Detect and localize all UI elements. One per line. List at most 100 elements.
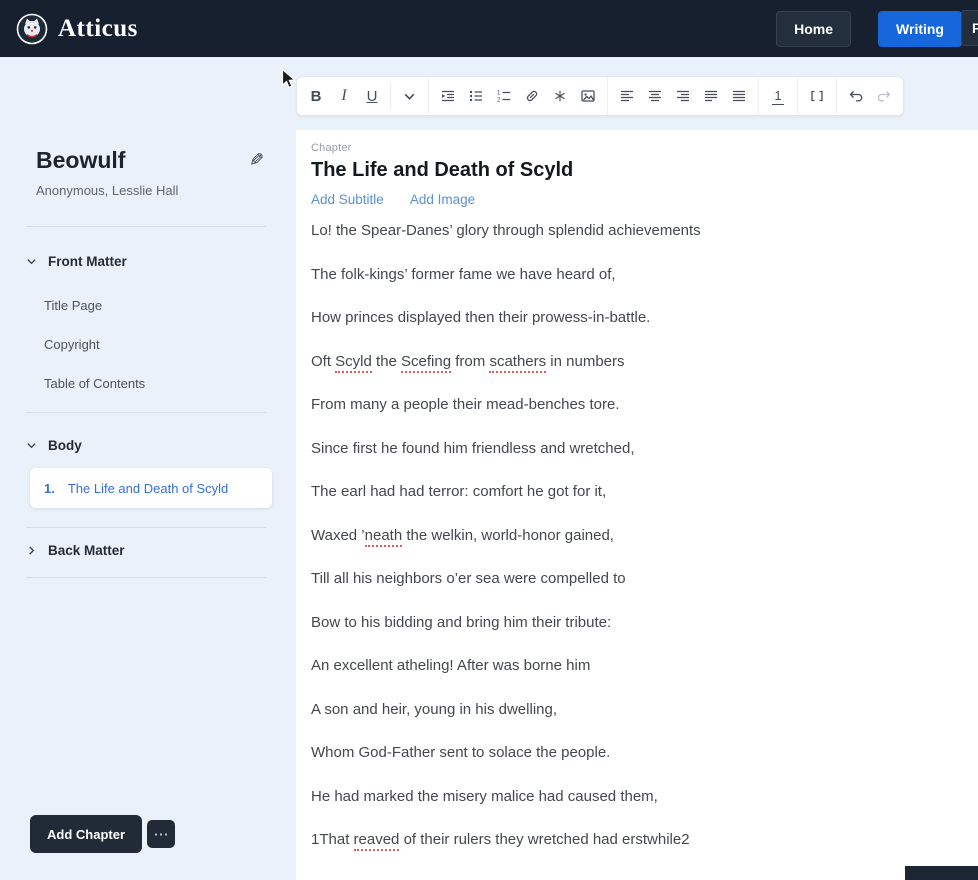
- text-segment: from: [451, 352, 490, 370]
- text-segment: An excellent atheling! After was borne h…: [311, 657, 591, 674]
- text-segment: How princes displayed then their prowess…: [311, 309, 651, 326]
- text-segment: the: [371, 352, 402, 370]
- chevron-down-icon: [26, 440, 37, 451]
- misspelled-word[interactable]: Scyld: [335, 352, 372, 373]
- text-segment: of their rulers they wretched had erstwh…: [399, 831, 690, 848]
- page-number-glyph: 1: [772, 87, 784, 105]
- editor-paragraph[interactable]: Waxed ’neath the welkin, world-honor gai…: [311, 526, 958, 547]
- redo-icon[interactable]: [870, 77, 898, 115]
- text-segment: Bow to his bidding and bring him their t…: [311, 613, 612, 631]
- editor-page: Chapter The Life and Death of Scyld Add …: [296, 130, 978, 880]
- editor-paragraph[interactable]: The earl had had terror: comfort he got …: [311, 483, 958, 500]
- toolbar-divider: [390, 83, 391, 109]
- editor-paragraph[interactable]: Since first he found him friendless and …: [311, 440, 958, 457]
- section-label: Body: [48, 438, 82, 453]
- home-button[interactable]: Home: [776, 10, 852, 47]
- undo-icon[interactable]: [842, 77, 870, 115]
- add-subtitle-link[interactable]: Add Subtitle: [311, 192, 384, 207]
- bullet-list-icon[interactable]: [462, 77, 490, 115]
- editor-paragraph[interactable]: Oft Scyld the Scefing from scathers in n…: [311, 352, 958, 373]
- editor-paragraph[interactable]: How princes displayed then their prowess…: [311, 309, 958, 326]
- chevron-right-icon: [26, 545, 37, 556]
- text-segment: He had marked the misery malice had caus…: [311, 787, 658, 805]
- formatting-button-partial[interactable]: F: [961, 10, 978, 46]
- sidebar-item-chapter-active[interactable]: 1. The Life and Death of Scyld: [30, 468, 272, 508]
- text-style-dropdown[interactable]: [395, 77, 423, 115]
- misspelled-word[interactable]: neath: [364, 526, 403, 547]
- formatting-toolbar: B I U 12 1: [296, 76, 904, 116]
- text-segment: in numbers: [546, 352, 625, 370]
- text-segment: Oft: [311, 352, 336, 370]
- text-segment: Till all his neighbors o’er sea were com…: [311, 570, 626, 587]
- chapter-title[interactable]: The Life and Death of Scyld: [311, 159, 958, 182]
- sidebar-item-copyright[interactable]: Copyright: [44, 337, 100, 352]
- page-break-icon[interactable]: [803, 77, 831, 115]
- section-back-matter[interactable]: Back Matter: [26, 543, 125, 558]
- add-image-link[interactable]: Add Image: [410, 192, 475, 207]
- text-segment: A son and heir, young in his dwelling,: [311, 700, 557, 718]
- sidebar: Beowulf ✎ Anonymous, Lesslie Hall Front …: [0, 57, 292, 880]
- text-segment: Lo! the Spear-Danes’ glory through splen…: [311, 222, 701, 239]
- section-body[interactable]: Body: [26, 438, 82, 453]
- sidebar-item-title-page[interactable]: Title Page: [44, 298, 102, 313]
- misspelled-word[interactable]: scathers: [489, 352, 547, 373]
- underline-button[interactable]: U: [358, 77, 386, 115]
- add-chapter-button[interactable]: Add Chapter: [30, 815, 142, 853]
- footnote-icon[interactable]: [546, 77, 574, 115]
- align-center-icon[interactable]: [641, 77, 669, 115]
- brand[interactable]: Atticus: [16, 13, 138, 45]
- misspelled-word[interactable]: Scefing: [401, 352, 452, 373]
- writing-button[interactable]: Writing: [878, 10, 962, 47]
- text-segment: The folk-kings’ former fame we have hear…: [311, 265, 616, 283]
- svg-text:2: 2: [497, 98, 501, 104]
- editor-paragraph[interactable]: Whom God-Father sent to solace the peopl…: [311, 744, 958, 761]
- text-segment: The earl had had terror: comfort he got …: [311, 483, 607, 500]
- divider: [26, 527, 266, 528]
- editor-paragraph[interactable]: A son and heir, young in his dwelling,: [311, 701, 958, 718]
- text-segment: Since first he found him friendless and …: [311, 439, 635, 457]
- chapter-more-button[interactable]: ⋯: [147, 820, 175, 848]
- svg-text:1: 1: [497, 91, 501, 97]
- editor-paragraph[interactable]: The folk-kings’ former fame we have hear…: [311, 266, 958, 283]
- divider: [26, 577, 266, 578]
- chapter-number: 1.: [44, 480, 55, 496]
- section-label: Back Matter: [48, 543, 125, 558]
- text-segment: Whom God-Father sent to solace the peopl…: [311, 744, 611, 761]
- align-left-icon[interactable]: [613, 77, 641, 115]
- top-navbar: Atticus Home Writing F: [0, 0, 978, 57]
- page-number-button[interactable]: 1: [764, 77, 792, 115]
- link-icon[interactable]: [518, 77, 546, 115]
- align-right-icon[interactable]: [669, 77, 697, 115]
- editor-paragraph[interactable]: Lo! the Spear-Danes’ glory through splen…: [311, 222, 958, 239]
- chapter-label: The Life and Death of Scyld: [67, 480, 229, 496]
- edit-book-icon[interactable]: ✎: [249, 150, 264, 171]
- align-justify-icon[interactable]: [725, 77, 753, 115]
- image-icon[interactable]: [574, 77, 602, 115]
- text-segment: Waxed ’: [311, 526, 365, 544]
- text-segment: 1That: [311, 831, 354, 848]
- ordered-list-icon[interactable]: 12: [490, 77, 518, 115]
- book-author: Anonymous, Lesslie Hall: [36, 183, 179, 198]
- chapter-kicker: Chapter: [311, 142, 352, 154]
- atticus-logo-icon: [16, 13, 48, 45]
- editor-body[interactable]: Lo! the Spear-Danes’ glory through splen…: [311, 222, 958, 851]
- italic-button[interactable]: I: [330, 77, 358, 115]
- misspelled-word[interactable]: reaved: [353, 831, 400, 851]
- bottom-right-panel-edge: [905, 866, 978, 880]
- editor-paragraph[interactable]: Till all his neighbors o’er sea were com…: [311, 570, 958, 587]
- editor-paragraph[interactable]: 1That reaved of their rulers they wretch…: [311, 831, 958, 851]
- divider: [26, 226, 266, 227]
- editor-paragraph[interactable]: Bow to his bidding and bring him their t…: [311, 614, 958, 631]
- bold-button[interactable]: B: [302, 77, 330, 115]
- indent-icon[interactable]: [434, 77, 462, 115]
- align-justify-left-icon[interactable]: [697, 77, 725, 115]
- editor-paragraph[interactable]: An excellent atheling! After was borne h…: [311, 657, 958, 674]
- editor-paragraph[interactable]: He had marked the misery malice had caus…: [311, 788, 958, 805]
- divider: [26, 412, 266, 413]
- sidebar-item-table-of-contents[interactable]: Table of Contents: [44, 376, 145, 391]
- section-front-matter[interactable]: Front Matter: [26, 254, 127, 269]
- editor-paragraph[interactable]: From many a people their mead-benches to…: [311, 396, 958, 413]
- section-label: Front Matter: [48, 254, 127, 269]
- chevron-down-icon: [26, 256, 37, 267]
- brand-name: Atticus: [58, 14, 138, 42]
